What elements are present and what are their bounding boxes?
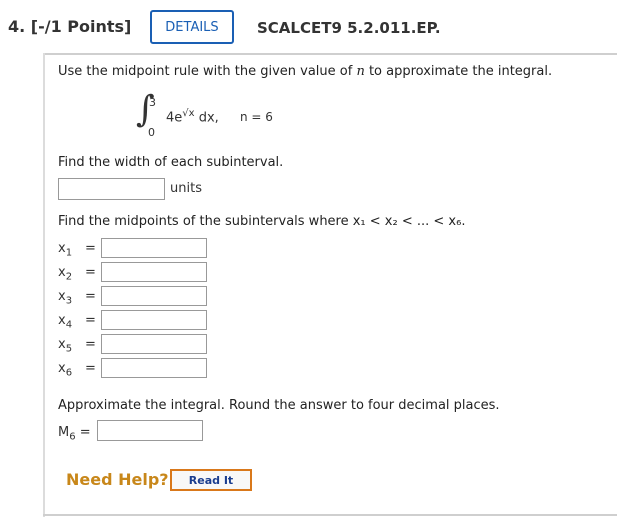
x2-label: x2 [58, 265, 73, 283]
x6-input[interactable] [101, 358, 207, 378]
x6-label: x6 [58, 361, 73, 379]
details-button[interactable]: DETAILS [150, 10, 234, 44]
x3-input[interactable] [101, 286, 207, 306]
n-value: n = 6 [240, 110, 273, 124]
x3-equals: = [85, 289, 96, 304]
lower-limit: 0 [148, 126, 155, 139]
upper-limit: 3 [149, 96, 156, 109]
units-label: units [170, 181, 202, 196]
width-input[interactable] [58, 178, 165, 200]
content-left-border [43, 53, 45, 517]
content-top-border [43, 53, 617, 55]
need-help-label: Need Help? [66, 470, 169, 489]
integrand: 4e√x dx, [166, 108, 219, 126]
m6-label: M6 = [58, 425, 91, 443]
x1-label: x1 [58, 241, 73, 259]
x2-input[interactable] [101, 262, 207, 282]
x5-equals: = [85, 337, 96, 352]
x6-equals: = [85, 361, 96, 376]
content-bottom-border [43, 514, 617, 516]
x1-equals: = [85, 241, 96, 256]
x4-input[interactable] [101, 310, 207, 330]
x5-input[interactable] [101, 334, 207, 354]
x1-input[interactable] [101, 238, 207, 258]
midpoints-question-text: Find the midpoints of the subintervals w… [58, 214, 466, 229]
width-question-text: Find the width of each subinterval. [58, 155, 284, 170]
x3-label: x3 [58, 289, 73, 307]
m6-input[interactable] [97, 420, 203, 441]
x5-label: x5 [58, 337, 73, 355]
instruction-text: Use the midpoint rule with the given val… [58, 64, 553, 79]
question-header: 4. [-/1 Points] DETAILS SCALCET9 5.2.011… [0, 0, 617, 54]
x4-label: x4 [58, 313, 73, 331]
problem-code: SCALCET9 5.2.011.EP. [257, 19, 441, 37]
read-it-button[interactable]: Read It [170, 469, 252, 491]
question-number: 4. [-/1 Points] [8, 17, 132, 36]
x2-equals: = [85, 265, 96, 280]
x4-equals: = [85, 313, 96, 328]
approx-question-text: Approximate the integral. Round the answ… [58, 398, 500, 413]
